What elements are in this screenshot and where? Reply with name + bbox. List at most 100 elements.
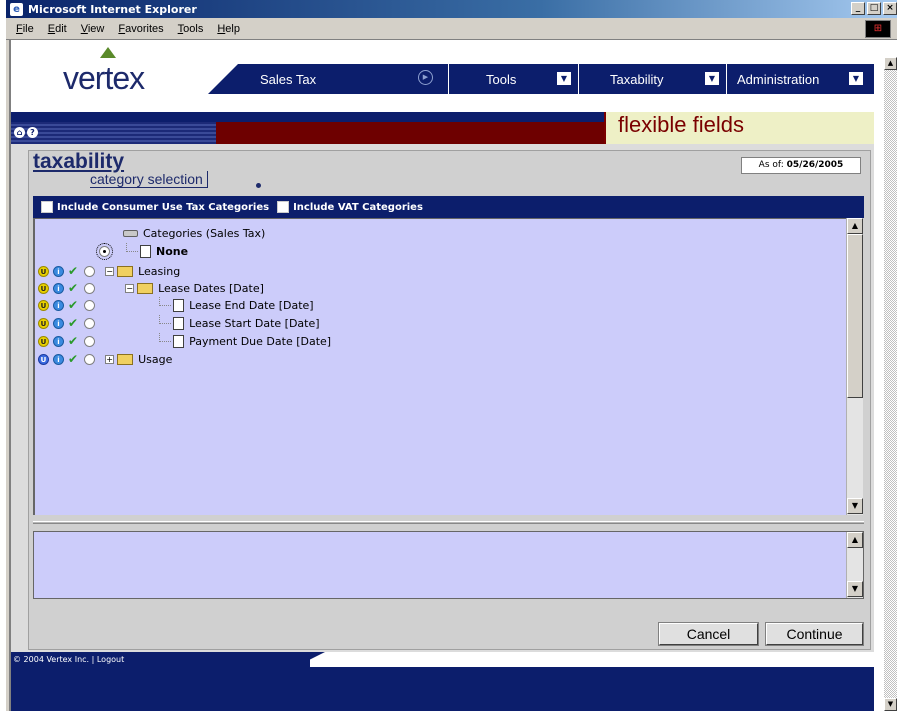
tree-row-lease-start-date[interactable]: U i ✔ Lease Start Date [Date] bbox=[38, 315, 320, 331]
nav-administration[interactable]: Administration bbox=[737, 72, 819, 87]
tree-row-label: Payment Due Date [Date] bbox=[189, 334, 332, 348]
close-button[interactable]: × bbox=[883, 2, 897, 15]
description-scrollbar[interactable]: ▲ ▼ bbox=[846, 532, 863, 598]
menu-bar: File Edit View Favorites Tools Help ⊞ bbox=[6, 18, 897, 40]
user-status-icon[interactable]: U bbox=[38, 299, 49, 311]
document-icon bbox=[173, 316, 185, 330]
consumer-use-checkbox[interactable] bbox=[41, 201, 53, 213]
check-icon[interactable]: ✔ bbox=[68, 316, 78, 330]
browser-scrollbar[interactable] bbox=[884, 57, 897, 711]
tree-row-lease-end-date[interactable]: U i ✔ Lease End Date [Date] bbox=[38, 297, 314, 313]
taxability-dropdown-icon[interactable]: ▼ bbox=[705, 72, 719, 85]
info-icon[interactable]: i bbox=[53, 265, 64, 277]
nav-slant bbox=[208, 64, 238, 94]
check-icon[interactable]: ✔ bbox=[68, 264, 78, 278]
category-radio[interactable] bbox=[84, 353, 96, 365]
tree-connector bbox=[159, 315, 172, 324]
category-radio[interactable] bbox=[84, 335, 96, 347]
tree-root-label: Categories (Sales Tax) bbox=[143, 226, 266, 240]
footer-slant bbox=[295, 652, 325, 667]
ie-icon: e bbox=[10, 2, 23, 16]
vertex-logo[interactable]: vertex bbox=[63, 60, 145, 97]
administration-dropdown-icon[interactable]: ▼ bbox=[849, 72, 863, 85]
tree-row-label: Leasing bbox=[138, 264, 181, 278]
info-icon[interactable]: i bbox=[53, 282, 64, 294]
tree-row-usage[interactable]: U i ✔ + Usage bbox=[38, 351, 172, 367]
check-icon[interactable]: ✔ bbox=[68, 281, 78, 295]
menu-tools[interactable]: Tools bbox=[178, 23, 204, 35]
info-icon[interactable]: i bbox=[53, 299, 64, 311]
nav-tools[interactable]: Tools bbox=[486, 72, 516, 87]
browser-scroll-up[interactable]: ▲ bbox=[884, 57, 897, 70]
expand-icon[interactable]: + bbox=[105, 354, 115, 364]
scroll-down-button[interactable]: ▼ bbox=[847, 498, 863, 514]
header-row-left bbox=[11, 122, 216, 144]
tree-row-label: Lease End Date [Date] bbox=[189, 298, 314, 312]
help-icon[interactable]: ? bbox=[27, 127, 38, 138]
menu-view[interactable]: View bbox=[81, 23, 105, 35]
tree-row-lease-dates[interactable]: U i ✔ − Lease Dates [Date] bbox=[38, 280, 264, 296]
category-radio[interactable] bbox=[96, 242, 113, 260]
vat-checkbox[interactable] bbox=[277, 201, 290, 213]
nav-divider bbox=[448, 64, 449, 94]
logout-link[interactable]: Logout bbox=[97, 655, 124, 664]
category-radio[interactable] bbox=[84, 317, 96, 329]
drive-icon bbox=[123, 229, 138, 237]
scroll-up-button[interactable]: ▲ bbox=[847, 532, 863, 548]
as-of-label: As of: bbox=[758, 160, 784, 170]
tree-connector bbox=[126, 243, 138, 252]
title-bar: e Microsoft Internet Explorer _ □ × bbox=[6, 0, 897, 18]
scroll-down-button[interactable]: ▼ bbox=[847, 581, 863, 597]
page-subtitle: category selection bbox=[90, 171, 208, 188]
tree-row-none[interactable]: None bbox=[96, 242, 188, 260]
info-icon[interactable]: i bbox=[53, 317, 64, 329]
menu-edit[interactable]: Edit bbox=[48, 23, 67, 35]
folder-icon bbox=[117, 353, 134, 365]
window-title: Microsoft Internet Explorer bbox=[28, 2, 197, 16]
info-icon[interactable]: i bbox=[53, 335, 64, 347]
tree-connector bbox=[159, 333, 172, 342]
user-status-icon[interactable]: U bbox=[38, 282, 49, 294]
minimize-button[interactable]: _ bbox=[851, 2, 865, 15]
tools-dropdown-icon[interactable]: ▼ bbox=[557, 72, 571, 85]
category-radio[interactable] bbox=[84, 282, 96, 294]
check-icon[interactable]: ✔ bbox=[68, 298, 78, 312]
info-icon[interactable]: i bbox=[53, 353, 64, 365]
continue-button[interactable]: Continue bbox=[765, 622, 864, 646]
nav-sales-tax[interactable]: Sales Tax bbox=[260, 72, 316, 87]
scroll-thumb[interactable] bbox=[847, 234, 863, 398]
nav-taxability[interactable]: Taxability bbox=[610, 72, 663, 87]
menu-file[interactable]: File bbox=[16, 23, 34, 35]
play-icon[interactable]: ▶ bbox=[418, 70, 433, 85]
menu-favorites[interactable]: Favorites bbox=[118, 23, 163, 35]
user-status-icon[interactable]: U bbox=[38, 317, 49, 329]
scroll-up-button[interactable]: ▲ bbox=[847, 218, 863, 234]
user-status-icon[interactable]: U bbox=[38, 265, 49, 277]
document-icon bbox=[173, 298, 185, 312]
consumer-use-label: Include Consumer Use Tax Categories bbox=[57, 201, 270, 213]
document-icon bbox=[140, 244, 151, 258]
user-status-icon[interactable]: U bbox=[38, 335, 49, 347]
tree-root: Categories (Sales Tax) bbox=[123, 225, 265, 241]
footer-white-band bbox=[310, 652, 874, 667]
category-radio[interactable] bbox=[84, 299, 96, 311]
tree-scrollbar[interactable]: ▲ ▼ bbox=[846, 218, 863, 515]
menu-help[interactable]: Help bbox=[217, 23, 240, 35]
document-icon bbox=[173, 334, 185, 348]
browser-scroll-down[interactable]: ▼ bbox=[884, 698, 897, 711]
user-status-icon[interactable]: U bbox=[38, 353, 49, 365]
home-icon[interactable]: ⌂ bbox=[14, 127, 25, 138]
maximize-button[interactable]: □ bbox=[867, 2, 881, 15]
tree-row-leasing[interactable]: U i ✔ − Leasing bbox=[38, 263, 180, 279]
check-icon[interactable]: ✔ bbox=[68, 334, 78, 348]
category-tree: Categories (Sales Tax) None U i ✔ − Leas… bbox=[33, 218, 846, 515]
collapse-icon[interactable]: − bbox=[125, 283, 135, 293]
check-icon[interactable]: ✔ bbox=[68, 352, 78, 366]
tree-connector bbox=[159, 297, 172, 306]
cancel-button[interactable]: Cancel bbox=[658, 622, 759, 646]
category-radio[interactable] bbox=[84, 265, 96, 277]
folder-icon bbox=[117, 265, 134, 277]
collapse-icon[interactable]: − bbox=[105, 266, 115, 276]
tree-row-payment-due-date[interactable]: U i ✔ Payment Due Date [Date] bbox=[38, 333, 331, 349]
pane-divider[interactable] bbox=[33, 521, 864, 524]
